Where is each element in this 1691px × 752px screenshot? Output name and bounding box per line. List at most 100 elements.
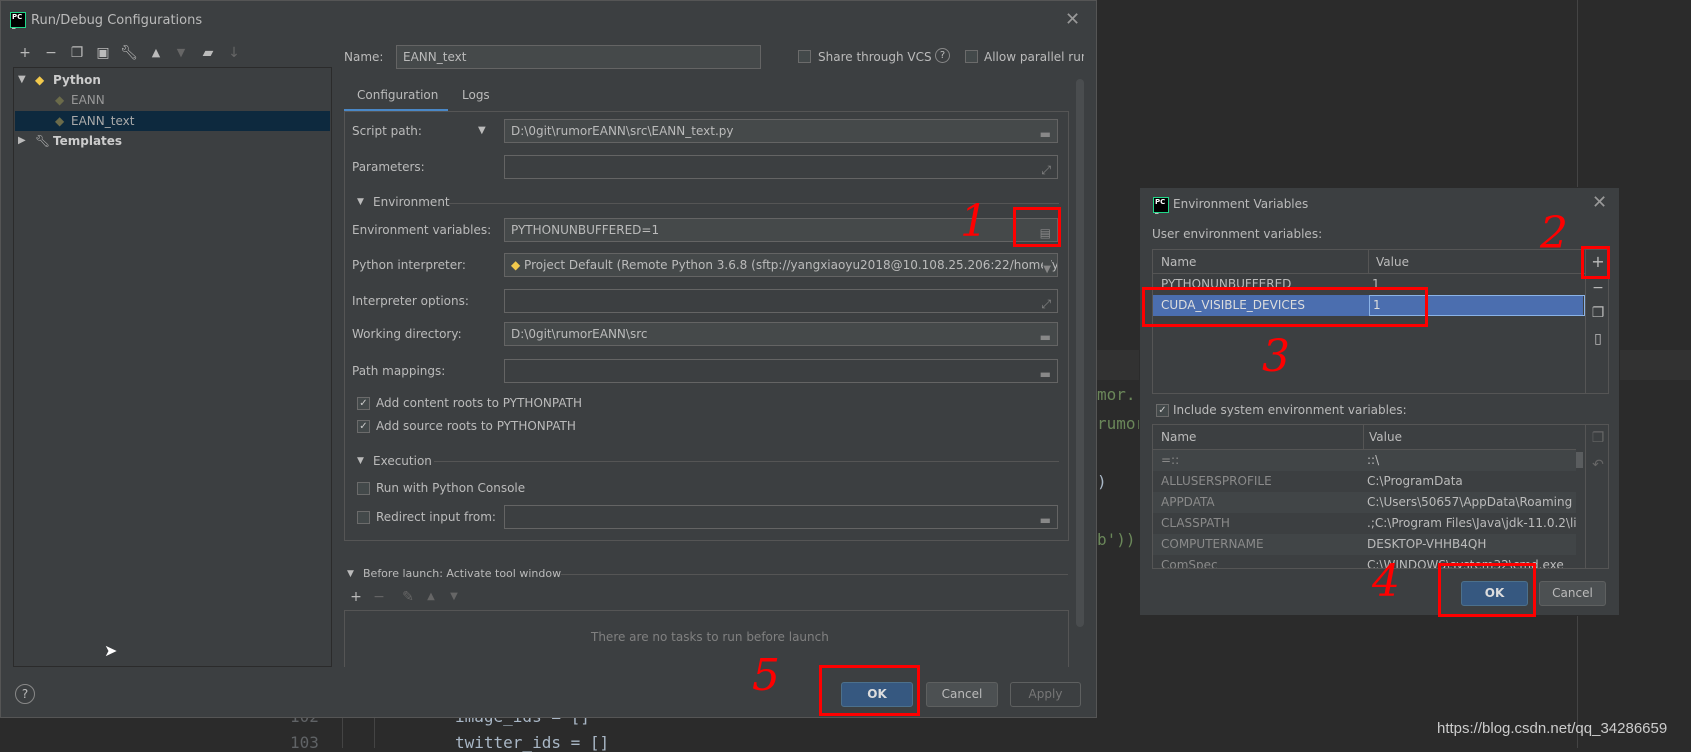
expand-icon[interactable]: ⤢ [1041,159,1051,178]
remove-variable-icon[interactable]: − [1588,278,1608,298]
folder-icon[interactable]: ▬ [1040,326,1051,345]
folder-icon[interactable]: ▬ [1040,123,1051,142]
tree-item-eann[interactable]: ◆ EANN [15,90,330,110]
interpreter-options-input[interactable]: ⤢ [504,289,1058,313]
wrench-icon[interactable]: 🔧︎ [119,43,139,63]
move-up-icon[interactable]: ▲ [421,587,441,607]
source-roots-checkbox[interactable]: ✓ [357,420,370,433]
column-header-name[interactable]: Name [1161,430,1196,444]
new-folder-icon[interactable]: ▰ [198,43,218,63]
var-name: COMPUTERNAME [1161,537,1264,551]
divider [1585,425,1586,568]
annotation-number: 4 [1372,556,1400,607]
collapse-icon[interactable]: ▼ [357,197,364,207]
dropdown-icon[interactable]: ▼ [1043,259,1051,276]
remove-task-icon[interactable]: − [369,587,389,607]
column-header-value[interactable]: Value [1376,255,1409,269]
tree-label: Python [53,73,101,87]
var-name: APPDATA [1161,495,1215,509]
help-icon[interactable]: ? [15,684,35,704]
annotation-box-5 [819,665,920,716]
copy-icon[interactable]: ❐ [1588,428,1608,448]
close-icon[interactable]: ✕ [1065,9,1080,30]
scrollbar[interactable] [1076,79,1084,627]
tree-item-eann-text[interactable]: ◆ EANN_text [15,111,330,131]
apply-button[interactable]: Apply [1010,682,1081,707]
code-fragment: b')) [1097,530,1136,549]
dialog-title: Run/Debug Configurations [31,13,203,28]
python-icon: ◆ [55,114,65,128]
column-divider [1368,250,1369,274]
allow-parallel-label: Allow parallel run [984,50,1084,64]
tab-configuration[interactable]: Configuration [357,88,438,102]
cancel-button[interactable]: Cancel [926,682,998,707]
copy-icon[interactable]: ❐ [67,43,87,63]
folder-icon[interactable]: ▬ [1040,363,1051,382]
folder-icon[interactable]: ▬ [1040,509,1051,528]
expand-icon[interactable]: ▼ [18,70,26,90]
script-path-input[interactable]: D:\0git\rumorEANN\src\EANN_text.py ▬ [504,119,1058,143]
table-row[interactable]: CLASSPATH .;C:\Program Files\Java\jdk-11.… [1153,513,1584,534]
column-header-value[interactable]: Value [1369,430,1402,444]
python-icon: ◆ [35,73,45,87]
share-vcs-checkbox[interactable] [798,50,811,63]
tab-logs[interactable]: Logs [462,88,490,102]
python-remote-icon: ◆ [511,258,525,272]
undo-icon[interactable]: ↶ [1588,455,1608,475]
table-row[interactable]: APPDATA C:\Users\50657\AppData\Roaming [1153,492,1576,513]
expand-icon[interactable]: ▶ [18,131,26,151]
content-roots-checkbox[interactable]: ✓ [357,397,370,410]
close-icon[interactable]: ✕ [1592,192,1607,213]
redirect-input-checkbox[interactable] [357,511,370,524]
expand-icon[interactable]: ⤢ [1041,293,1051,312]
python-console-label: Run with Python Console [376,481,526,495]
table-row[interactable]: COMPUTERNAME DESKTOP-VHHB4QH [1153,534,1576,555]
copy-icon[interactable]: ❐ [1588,303,1608,323]
tree-item-templates[interactable]: ▶ 🔧︎ Templates [15,131,330,151]
edit-task-icon[interactable]: ✎ [398,587,418,607]
wrench-icon: 🔧︎ [35,134,51,148]
move-up-icon[interactable]: ▲ [146,43,166,63]
python-console-checkbox[interactable] [357,482,370,495]
dropdown-icon[interactable]: ▼ [478,125,486,136]
script-path-label: Script path: [352,124,422,138]
annotation-box-4 [1438,563,1536,617]
gutter-line [374,717,375,748]
cancel-button[interactable]: Cancel [1539,581,1606,606]
move-down-icon[interactable]: ▼ [171,43,191,63]
include-system-label: Include system environment variables: [1173,403,1407,417]
name-input[interactable]: EANN_text [396,45,761,69]
allow-parallel-checkbox[interactable] [965,50,978,63]
working-dir-label: Working directory: [352,327,462,341]
include-system-checkbox[interactable]: ✓ [1156,404,1169,417]
table-row[interactable]: =::::\ [1153,450,1576,471]
collapse-icon[interactable]: ▼ [357,456,364,466]
working-dir-input[interactable]: D:\0git\rumorEANN\src ▬ [504,322,1058,346]
add-icon[interactable]: + [15,43,35,63]
interpreter-select[interactable]: ◆ Project Default (Remote Python 3.6.8 (… [504,253,1058,277]
redirect-input-field[interactable]: ▬ [504,505,1058,529]
empty-tasks-text: There are no tasks to run before launch [591,630,829,644]
var-name: ALLUSERSPROFILE [1161,474,1272,488]
content-roots-label: Add content roots to PYTHONPATH [376,396,582,410]
path-mappings-input[interactable]: ▬ [504,359,1058,383]
mouse-cursor-icon: ➤ [104,641,118,660]
help-icon[interactable]: ? [935,48,950,63]
parameters-input[interactable]: ⤢ [504,155,1058,179]
paste-icon[interactable]: ▯ [1588,329,1608,349]
collapse-icon[interactable]: ▼ [347,569,354,579]
var-value: DESKTOP-VHHB4QH [1367,537,1487,551]
table-row[interactable]: ALLUSERSPROFILE C:\ProgramData [1153,471,1576,492]
share-vcs-label: Share through VCS [818,50,932,64]
scrollbar[interactable] [1576,450,1585,568]
remove-icon[interactable]: − [41,43,61,63]
column-header-name[interactable]: Name [1161,255,1196,269]
add-task-icon[interactable]: + [346,587,366,607]
code-fragment: rumor [1097,414,1146,433]
sort-icon[interactable]: ↓ [224,43,244,63]
save-icon[interactable]: ▣ [93,43,113,63]
code-fragment: mor. [1097,385,1136,404]
tree-item-python[interactable]: ▼ ◆ Python [15,70,330,90]
var-value: ::\ [1367,453,1380,467]
move-down-icon[interactable]: ▼ [444,587,464,607]
